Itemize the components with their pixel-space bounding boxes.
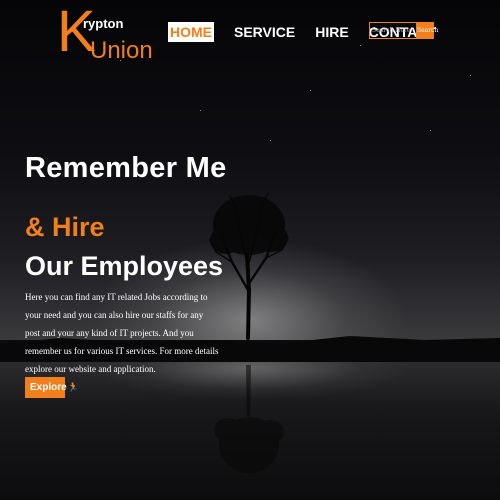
krypton-union-logo[interactable]: K rypton Union: [57, 3, 157, 65]
explore-button[interactable]: Explore 🏃: [25, 377, 79, 398]
search-button[interactable]: Search: [417, 22, 438, 39]
hero-subtitle-accent: & Hire: [25, 212, 105, 242]
hero-subtitle-main: Our Employees: [25, 251, 224, 281]
hero-background: [0, 0, 500, 500]
explore-label: Explore: [30, 382, 67, 393]
running-person-icon: 🏃: [67, 382, 79, 392]
tree-silhouette: [209, 193, 289, 473]
hero-title: Remember Me: [25, 152, 227, 184]
hero-description: Here you can find any IT related Jobs ac…: [25, 292, 219, 374]
nav-service[interactable]: SERVICE: [234, 22, 295, 42]
nav-hire[interactable]: HIRE: [315, 22, 348, 42]
nav-home[interactable]: HOME: [168, 22, 214, 42]
logo-top-text: rypton: [83, 16, 124, 31]
search-input[interactable]: [369, 22, 417, 39]
logo-bottom-text: Union: [90, 37, 153, 64]
search-form: Search: [369, 22, 438, 39]
